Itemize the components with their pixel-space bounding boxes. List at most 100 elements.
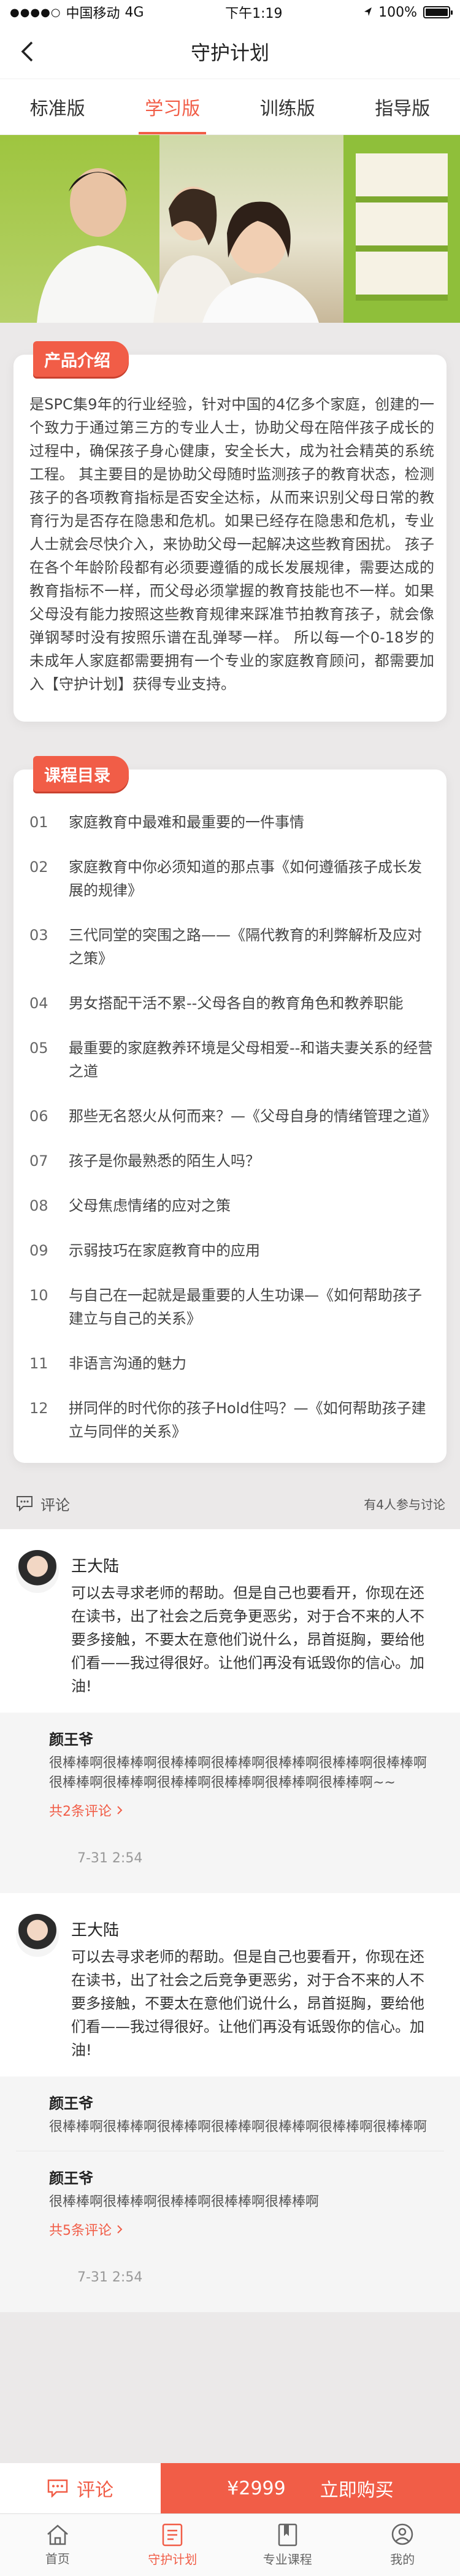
tab-standard[interactable]: 标准版: [0, 79, 115, 134]
profile-icon: [392, 2523, 413, 2545]
book-icon: [278, 2523, 297, 2547]
course-title: 拼同伴的时代你的孩子Hold住吗？—《如何帮助孩子建立与同伴的关系》: [69, 1400, 426, 1440]
comment-button[interactable]: 评论: [0, 2463, 161, 2513]
tabbar-label: 我的: [390, 2552, 415, 2567]
course-item[interactable]: 07 孩子是你最熟悉的陌生人吗？: [29, 1139, 433, 1184]
course-number: 03: [29, 927, 48, 944]
comments-label: 评论: [40, 1496, 70, 1514]
comment-button-label: 评论: [77, 2480, 113, 2501]
version-tabs: 标准版 学习版 训练版 指导版: [0, 79, 460, 135]
tab-study[interactable]: 学习版: [115, 79, 231, 134]
course-item[interactable]: 08 父母焦虑情绪的应对之策: [29, 1184, 433, 1228]
price: ¥2999: [227, 2477, 286, 2499]
comment-author[interactable]: 王大陆: [71, 1554, 444, 1576]
intro-card: 是SPC集9年的行业经验，针对中国的4亿多个家庭，创建的一个致力于通过第三方的专…: [13, 355, 447, 722]
comment-time: 7-31 2:54: [0, 1834, 460, 1893]
course-number: 09: [29, 1242, 48, 1259]
intro-section: 是SPC集9年的行业经验，针对中国的4亿多个家庭，创建的一个致力于通过第三方的专…: [13, 341, 447, 722]
comment-icon: [47, 2479, 68, 2497]
course-title: 孩子是你最熟悉的陌生人吗？: [69, 1152, 260, 1170]
more-replies-link[interactable]: 共5条评论: [49, 2219, 434, 2239]
course-card: 01 家庭教育中最难和最重要的一件事情 02 家庭教育中你必须知道的那点事《如何遵循…: [13, 769, 447, 1463]
more-replies-label: 共5条评论: [49, 2223, 112, 2239]
status-bar: ●●●●○ 中国移动 4G 下午1:19 100%: [0, 0, 460, 25]
battery-percent: 100%: [378, 4, 417, 20]
location-icon: [364, 7, 372, 16]
course-badge: 课程目录: [33, 756, 129, 792]
tabbar-label: 专业课程: [263, 2552, 312, 2567]
carrier-name: 中国移动: [66, 6, 120, 21]
participants-count: 有4人参与讨论: [364, 1497, 445, 1512]
tab-guidance[interactable]: 指导版: [345, 79, 460, 134]
intro-badge: 产品介绍: [33, 341, 129, 377]
course-title: 父母焦虑情绪的应对之策: [69, 1197, 231, 1214]
course-item[interactable]: 10 与自己在一起就是最重要的人生功课—《如何帮助孩子建立与自己的关系》: [29, 1273, 433, 1341]
course-item[interactable]: 09 示弱技巧在家庭教育中的应用: [29, 1228, 433, 1273]
page-title: 守护计划: [190, 41, 269, 64]
tabbar-item-plan[interactable]: 守护计划: [115, 2514, 231, 2576]
buy-button-label: 立即购买: [320, 2480, 394, 2501]
hero-family-image: [0, 135, 460, 323]
comment-text: 可以去寻求老师的帮助。但是自己也要看开，你现在还在读书，出了社会之后竞争更恶劣，…: [71, 1584, 424, 1695]
chevron-left-icon: [21, 41, 33, 62]
course-title: 男女搭配干活不累--父母各自的教育角色和教养职能: [69, 995, 404, 1012]
course-title: 那些无名怒火从何而来？—《父母自身的情绪管理之道》: [69, 1108, 437, 1125]
reply-text: 很棒棒啊很棒棒啊很棒棒啊很棒棒啊很棒棒啊: [49, 2194, 320, 2210]
course-number: 07: [29, 1152, 48, 1170]
tabbar-label: 守护计划: [148, 2552, 197, 2567]
course-item[interactable]: 03 三代同堂的突围之路——《隔代教育的利弊解析及应对之策》: [29, 913, 433, 981]
tab-training[interactable]: 训练版: [230, 79, 345, 134]
course-number: 11: [29, 1355, 48, 1372]
tabbar-item-profile[interactable]: 我的: [345, 2514, 460, 2576]
tabbar-item-home[interactable]: 首页: [0, 2514, 115, 2576]
course-item[interactable]: 05 最重要的家庭教养环境是父母相爱--和谐夫妻关系的经营之道: [29, 1026, 433, 1094]
back-button[interactable]: [13, 38, 40, 65]
bottom-tab-bar: 首页 守护计划 专业课程 我的: [0, 2513, 460, 2576]
comment-text: 可以去寻求老师的帮助。但是自己也要看开，你现在还在读书，出了社会之后竞争更恶劣，…: [71, 1948, 424, 2059]
buy-button[interactable]: ¥2999 立即购买: [161, 2463, 460, 2513]
comment-item: 王大陆 可以去寻求老师的帮助。但是自己也要看开，你现在还在读书，出了社会之后竞争…: [0, 1893, 460, 2312]
more-replies-link[interactable]: 共2条评论: [49, 1800, 434, 1820]
course-title: 最重要的家庭教养环境是父母相爱--和谐夫妻关系的经营之道: [69, 1039, 433, 1080]
course-number: 04: [29, 995, 48, 1012]
course-item[interactable]: 02 家庭教育中你必须知道的那点事《如何遵循孩子成长发展的规律》: [29, 845, 433, 913]
reply-author[interactable]: 颜王爷: [49, 1727, 434, 1749]
course-number: 01: [29, 814, 48, 831]
course-title: 家庭教育中你必须知道的那点事《如何遵循孩子成长发展的规律》: [69, 858, 422, 899]
chevron-right-icon: [117, 1806, 123, 1814]
hero-family-illustration: [37, 168, 319, 323]
intro-text: 是SPC集9年的行业经验，针对中国的4亿多个家庭，创建的一个致力于通过第三方的专…: [29, 396, 434, 693]
course-item[interactable]: 11 非语言沟通的魅力: [29, 1341, 433, 1386]
course-title: 与自己在一起就是最重要的人生功课—《如何帮助孩子建立与自己的关系》: [69, 1287, 422, 1327]
battery-icon: [423, 6, 453, 18]
course-section: 01 家庭教育中最难和最重要的一件事情 02 家庭教育中你必须知道的那点事《如何遵循…: [13, 756, 447, 1463]
home-icon: [47, 2524, 68, 2545]
reply-text: 很棒棒啊很棒棒啊很棒棒啊很棒棒啊很棒棒啊很棒棒啊很棒棒啊: [49, 2119, 427, 2135]
comment-item: 王大陆 可以去寻求老师的帮助。但是自己也要看开，你现在还在读书，出了社会之后竞争…: [0, 1529, 460, 1893]
course-title: 三代同堂的突围之路——《隔代教育的利弊解析及应对之策》: [69, 927, 422, 967]
plan-icon: [163, 2523, 183, 2547]
more-replies-label: 共2条评论: [49, 1804, 112, 1819]
course-title: 示弱技巧在家庭教育中的应用: [69, 1242, 260, 1259]
course-number: 06: [29, 1108, 48, 1125]
course-item[interactable]: 04 男女搭配干活不累--父母各自的教育角色和教养职能: [29, 981, 433, 1026]
course-item[interactable]: 01 家庭教育中最难和最重要的一件事情: [29, 800, 433, 845]
comment-author[interactable]: 王大陆: [71, 1918, 444, 1940]
nav-bar: 守护计划: [0, 25, 460, 79]
course-item[interactable]: 06 那些无名怒火从何而来？—《父母自身的情绪管理之道》: [29, 1094, 437, 1139]
reply-author[interactable]: 颜王爷: [49, 2091, 434, 2113]
chevron-right-icon: [117, 2225, 123, 2234]
signal-icon: ●●●●○: [10, 6, 61, 19]
reply-text: 很棒棒啊很棒棒啊很棒棒啊很棒棒啊很棒棒啊很棒棒啊很棒棒啊很棒棒啊很棒棒啊很棒棒啊…: [49, 1756, 427, 1791]
avatar[interactable]: [16, 1914, 59, 1957]
reply-author[interactable]: 颜王爷: [49, 2166, 434, 2188]
tabbar-item-courses[interactable]: 专业课程: [230, 2514, 345, 2576]
course-item[interactable]: 12 拼同伴的时代你的孩子Hold住吗？—《如何帮助孩子建立与同伴的关系》: [29, 1386, 433, 1454]
comments-header: 评论 有4人参与讨论: [0, 1478, 460, 1529]
status-right: 100%: [364, 4, 453, 20]
avatar[interactable]: [16, 1550, 59, 1593]
course-title: 家庭教育中最难和最重要的一件事情: [69, 814, 304, 831]
comment-time: 7-31 2:54: [0, 2253, 460, 2312]
status-time: 下午1:19: [225, 6, 283, 21]
course-number: 12: [29, 1400, 48, 1417]
